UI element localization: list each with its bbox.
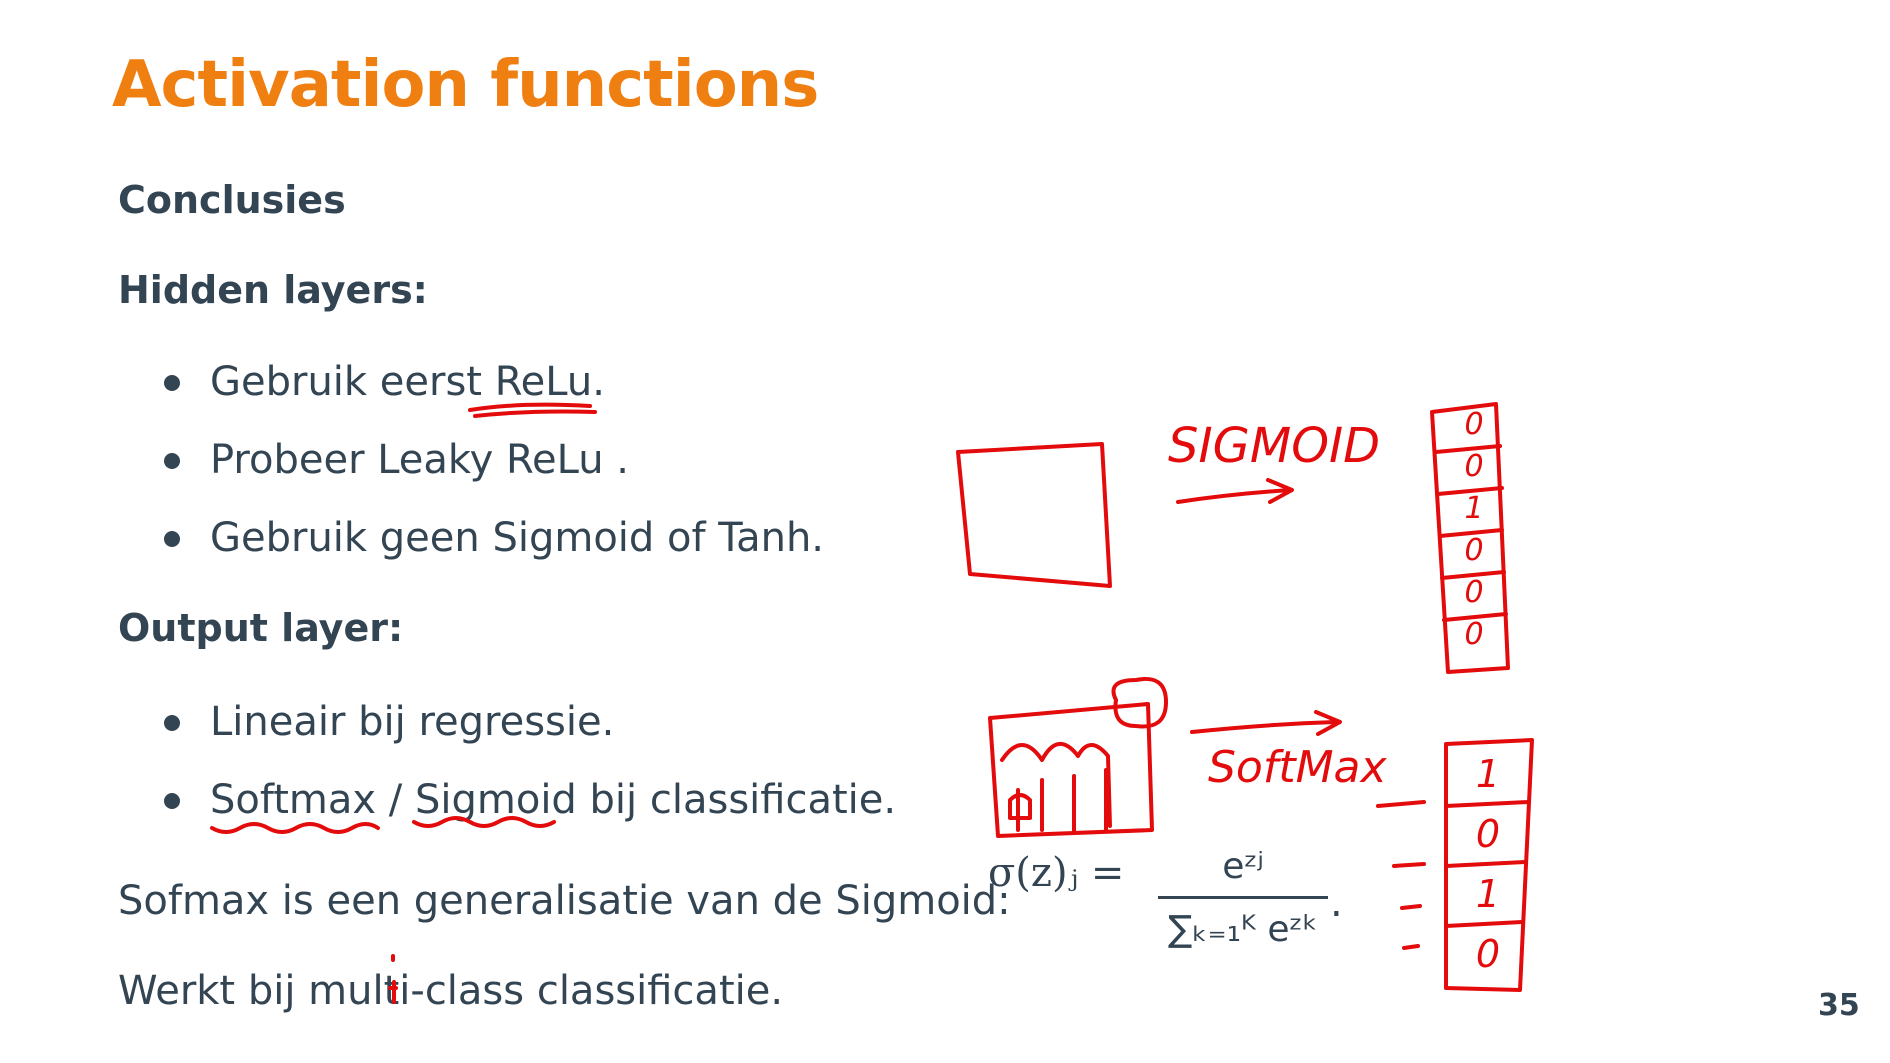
section-heading-conclusies: Conclusies [118, 178, 346, 222]
bullet-icon [164, 793, 180, 809]
vector-cell: 0 [1475, 932, 1501, 976]
list-item: Gebruik geen Sigmoid of Tanh. [160, 518, 824, 558]
vector-cell: 0 [1464, 449, 1484, 484]
list-item-text: Probeer Leaky ReLu . [210, 437, 630, 483]
bullet-icon [164, 453, 180, 469]
fraction-numerator: eᶻʲ [1222, 846, 1264, 887]
multiclass-sentence: Werkt bij multi-class classificatie. [118, 968, 784, 1014]
list-item-text: Gebruik geen Sigmoid of Tanh. [210, 515, 825, 561]
vector-cell: 1 [1475, 872, 1501, 916]
output-layer-heading: Output layer: [118, 606, 404, 650]
softmax-vector-ticks [1376, 800, 1426, 950]
list-item-text: Softmax / Sigmoid bij classificatie. [210, 777, 897, 823]
square-sketch-icon [956, 442, 1112, 588]
formula-lhs: σ(z)ⱼ = [988, 850, 1125, 896]
vector-cell: 1 [1464, 491, 1484, 526]
list-item: Gebruik eerst ReLu. [160, 362, 824, 402]
list-item: Probeer Leaky ReLu . [160, 440, 824, 480]
sigmoid-arrow-icon [1176, 478, 1294, 504]
hidden-layers-list: Gebruik eerst ReLu. Probeer Leaky ReLu .… [160, 362, 824, 558]
vector-cell: 0 [1464, 533, 1484, 568]
softmax-vector-values: 1 0 1 0 [1452, 744, 1524, 984]
vector-cell: 0 [1464, 575, 1484, 610]
output-layer-list: Lineair bij regressie. Softmax / Sigmoid… [160, 702, 896, 820]
sigmoid-annotation-label: SIGMOID [1168, 418, 1380, 474]
vector-cell: 0 [1475, 812, 1501, 856]
softmax-sentence: Sofmax is een generalisatie van de Sigmo… [118, 878, 1011, 924]
page-number: 35 [1818, 988, 1860, 1023]
sigmoid-vector-values: 0 0 1 0 0 0 [1446, 404, 1502, 656]
slide-title: Activation functions [112, 48, 819, 122]
hidden-layers-heading: Hidden layers: [118, 268, 428, 312]
softmax-underline [210, 822, 380, 834]
list-item: Softmax / Sigmoid bij classificatie. [160, 780, 896, 820]
vector-cell: 1 [1475, 752, 1501, 796]
list-item-text: Gebruik eerst ReLu. [210, 359, 605, 405]
slide: Activation functions Conclusies Hidden l… [0, 0, 1890, 1063]
list-item-text: Lineair bij regressie. [210, 699, 615, 745]
bullet-icon [164, 715, 180, 731]
softmax-annotation-label: SoftMax [1208, 742, 1388, 793]
image-sketch-icon [988, 677, 1168, 838]
vector-cell: 0 [1464, 407, 1484, 442]
fraction-bar [1158, 896, 1328, 899]
fraction-denominator: ∑ₖ₌₁ᴷ eᶻᵏ [1168, 909, 1318, 950]
formula-period: . [1330, 880, 1343, 926]
vector-cell: 0 [1464, 617, 1484, 652]
bullet-icon [164, 375, 180, 391]
list-item: Lineair bij regressie. [160, 702, 896, 742]
softmax-arrow-icon [1190, 710, 1342, 736]
softmax-fraction: eᶻʲ ∑ₖ₌₁ᴷ eᶻᵏ [1158, 840, 1328, 957]
bullet-icon [164, 531, 180, 547]
